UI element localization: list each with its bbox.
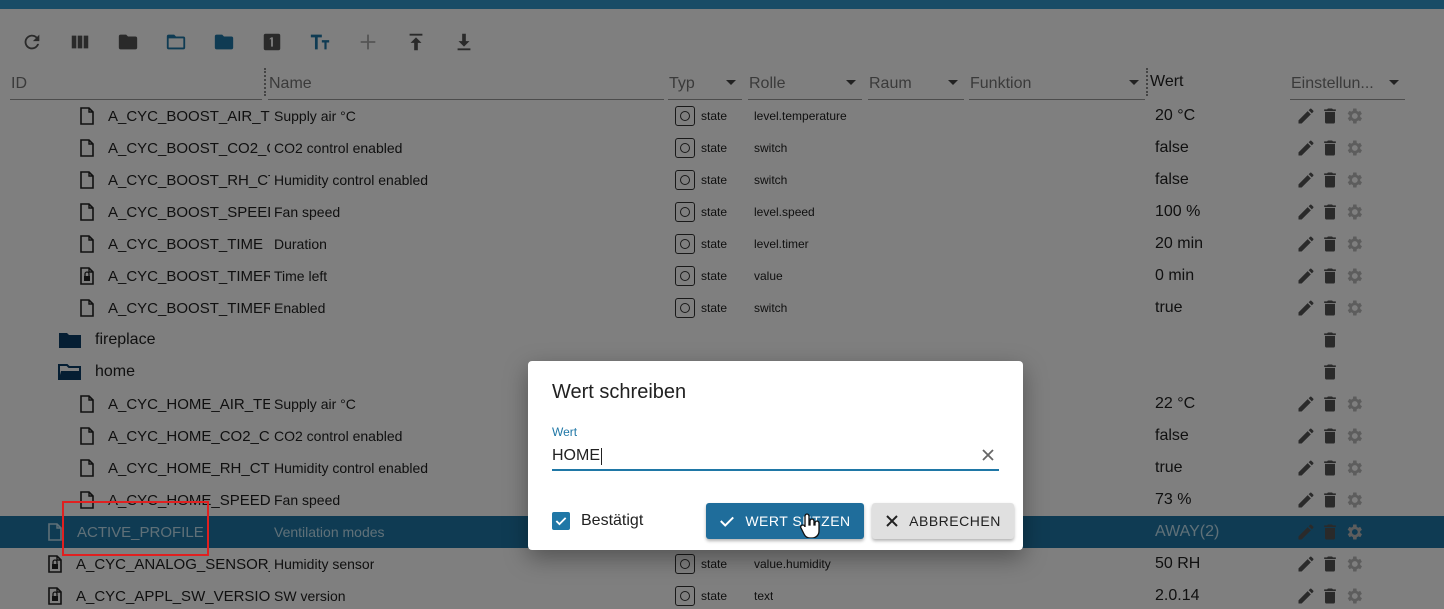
- value-input[interactable]: HOME: [552, 443, 999, 471]
- check-icon: [555, 517, 567, 526]
- hand-cursor-icon: [800, 513, 820, 538]
- text-caret: [601, 447, 602, 465]
- dialog-title: Wert schreiben: [552, 381, 687, 403]
- value-input-text: HOME: [552, 447, 600, 464]
- check-icon: [720, 516, 735, 527]
- clear-icon[interactable]: [981, 448, 995, 462]
- confirmed-checkbox-label[interactable]: Bestätigt: [581, 512, 643, 530]
- cancel-button[interactable]: ABBRECHEN: [872, 503, 1014, 539]
- set-value-button[interactable]: WERT SETZEN: [706, 503, 864, 539]
- set-value-button-label: WERT SETZEN: [745, 513, 851, 529]
- value-field-label: Wert: [552, 425, 578, 439]
- close-icon: [886, 515, 898, 527]
- write-value-dialog: Wert schreiben Wert HOME Bestätigt WERT …: [528, 361, 1023, 550]
- confirmed-checkbox[interactable]: [552, 512, 570, 530]
- cancel-button-label: ABBRECHEN: [909, 513, 1001, 529]
- highlight-box: [62, 501, 209, 556]
